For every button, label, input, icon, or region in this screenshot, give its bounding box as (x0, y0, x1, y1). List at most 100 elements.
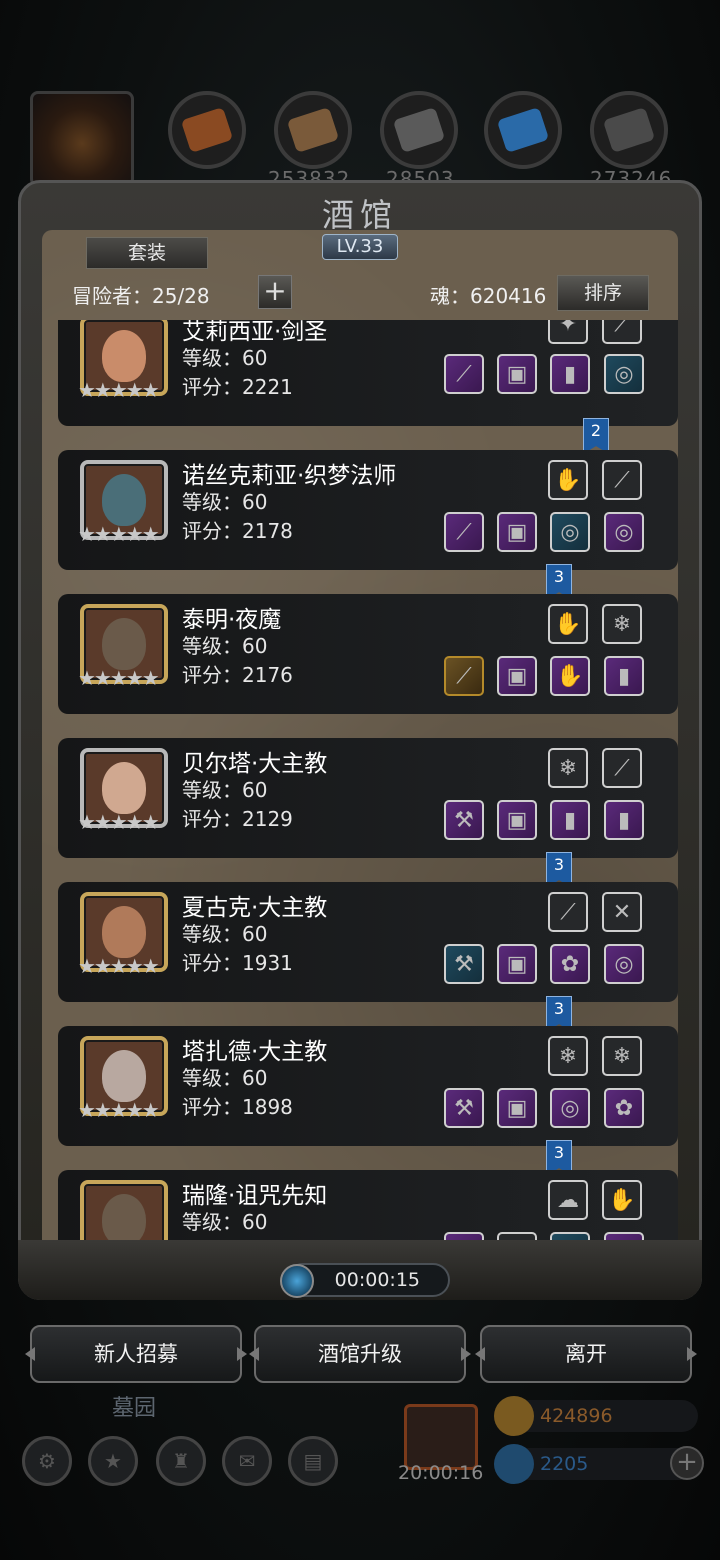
cloak-slot-icon[interactable]: ▮ (604, 656, 644, 696)
ring-slot-icon[interactable]: ◎ (604, 354, 644, 394)
hero-level: 等级：60 (182, 490, 268, 514)
hero-card[interactable]: ★★★★★ 塔扎德·大主教 等级：60 评分：1898 ❄ ❄ ⚒ ▣ ◎ ✿ (58, 1026, 678, 1146)
crystal-slot-icon[interactable]: ❄ (548, 748, 588, 788)
armor-slot-icon[interactable]: ▣ (497, 944, 537, 984)
gold-counter: 424896 (494, 1396, 698, 1436)
hero-level: 等级：60 (182, 346, 268, 370)
wand-slot-icon[interactable]: ⟋ (444, 656, 484, 696)
crossbow-slot-icon[interactable]: ✕ (602, 892, 642, 932)
hero-stars: ★★★★★ (78, 666, 160, 690)
hero-stars: ★★★★★ (78, 810, 160, 834)
feather-slot-icon[interactable]: ⟋ (602, 460, 642, 500)
hero-list[interactable]: ★★★★★ 艾莉西亚·剑圣 等级：60 评分：2221 ✦ ⟋ ⟋ ▣ ▮ ◎ … (58, 320, 678, 1248)
hero-card[interactable]: 瑞隆·诅咒先知 等级：60 ☁ ✋ ⟋ ▣ ◎ ▮ (58, 1170, 678, 1248)
cloak-slot-icon[interactable]: ▮ (550, 354, 590, 394)
set-button[interactable]: 套装 (86, 237, 208, 269)
hero-name: 泰明·夜魔 (182, 607, 282, 633)
glove-slot-icon[interactable]: ✋ (550, 656, 590, 696)
hero-level: 等级：60 (182, 634, 268, 658)
wood-icon[interactable] (274, 91, 352, 169)
hero-card[interactable]: ★★★★★ 夏古克·大主教 等级：60 评分：1931 ⟋ ✕ ⚒ ▣ ✿ ◎ (58, 882, 678, 1002)
crystal-slot-icon[interactable]: ❄ (602, 604, 642, 644)
crystal-slot-icon[interactable]: ❄ (548, 1036, 588, 1076)
accessory-slot-icon[interactable]: ✦ (548, 320, 588, 344)
gold-coin-icon (494, 1396, 534, 1436)
ring-slot-icon[interactable]: ◎ (604, 512, 644, 552)
weapon-slot-icon[interactable]: ⟋ (444, 354, 484, 394)
hero-portrait[interactable] (80, 1180, 168, 1248)
hero-stars: ★★★★★ (78, 1098, 160, 1122)
ring-slot-icon[interactable]: ◎ (550, 1088, 590, 1128)
crystal-icon[interactable] (484, 91, 562, 169)
scroll-slot-icon[interactable]: ⟋ (548, 892, 588, 932)
scroll-slot-icon[interactable]: ⟋ (602, 748, 642, 788)
armor-slot-icon[interactable]: ▣ (497, 512, 537, 552)
armor-slot-icon[interactable]: ▣ (497, 354, 537, 394)
ring-slot-icon[interactable]: ◎ (604, 944, 644, 984)
meat-icon[interactable] (168, 91, 246, 169)
stone-icon[interactable] (380, 91, 458, 169)
feather-slot-icon[interactable]: ⟋ (602, 320, 642, 344)
gauntlet-slot-icon[interactable]: ✋ (602, 1180, 642, 1220)
hero-stars: ★★★★★ (78, 522, 160, 546)
hammer-slot-icon[interactable]: ⚒ (444, 1088, 484, 1128)
tavern-level-badge: LV.33 (322, 234, 398, 260)
hero-level: 等级：60 (182, 922, 268, 946)
recruit-button[interactable]: 新人招募 (30, 1325, 242, 1383)
hero-name: 夏古克·大主教 (182, 895, 328, 921)
iron-icon[interactable] (590, 91, 668, 169)
staff-slot-icon[interactable]: ⟋ (444, 512, 484, 552)
hero-card[interactable]: ★★★★★ 贝尔塔·大主教 等级：60 评分：2129 ❄ ⟋ ⚒ ▣ ▮ ▮ (58, 738, 678, 858)
hero-score: 评分：2178 (182, 519, 293, 543)
hero-card[interactable]: ★★★★★ 艾莉西亚·剑圣 等级：60 评分：2221 ✦ ⟋ ⟋ ▣ ▮ ◎ (58, 320, 678, 426)
add-gems-button[interactable]: + (670, 1446, 704, 1480)
hero-card[interactable]: ★★★★★ 泰明·夜魔 等级：60 评分：2176 ✋ ❄ ⟋ ▣ ✋ ▮ (58, 594, 678, 714)
hero-name: 塔扎德·大主教 (182, 1039, 328, 1065)
amulet-slot-icon[interactable]: ✿ (604, 1088, 644, 1128)
adventurer-count: 冒险者：25/28 (72, 284, 210, 308)
hero-name: 诺丝克莉亚·织梦法师 (182, 463, 397, 489)
hero-score: 评分：2221 (182, 375, 293, 399)
armor-slot-icon[interactable]: ▣ (497, 656, 537, 696)
plank-slot-icon[interactable]: ▮ (604, 800, 644, 840)
inventory-icon[interactable]: ▤ (288, 1436, 338, 1486)
crystal-slot-icon[interactable]: ❄ (602, 1036, 642, 1076)
sort-button[interactable]: 排序 (557, 275, 649, 311)
mail-icon[interactable]: ✉ (222, 1436, 272, 1486)
hero-stars: ★★★★★ (78, 954, 160, 978)
gem-icon (494, 1444, 534, 1484)
fur-slot-icon[interactable]: ☁ (548, 1180, 588, 1220)
settings-icon[interactable]: ⚙ (22, 1436, 72, 1486)
hero-score: 评分：2176 (182, 663, 293, 687)
hammer-slot-icon[interactable]: ⚒ (444, 800, 484, 840)
hero-avatar-icon[interactable] (30, 91, 134, 187)
gauntlet-slot-icon[interactable]: ✋ (548, 460, 588, 500)
hero-score: 评分：2129 (182, 807, 293, 831)
gift-timer: 20:00:16 (398, 1462, 484, 1484)
castle-icon[interactable]: ♜ (156, 1436, 206, 1486)
gauntlet-slot-icon[interactable]: ✋ (548, 604, 588, 644)
gift-box-icon[interactable] (404, 1404, 478, 1470)
clock-icon (280, 1264, 314, 1298)
ring-slot-icon[interactable]: ◎ (550, 512, 590, 552)
hero-level: 等级：60 (182, 1066, 268, 1090)
hero-score: 评分：1931 (182, 951, 293, 975)
tavern-title: 酒馆 (321, 196, 398, 234)
resource-bar: 253832 28503 273246 (0, 85, 720, 195)
achievement-icon[interactable]: ★ (88, 1436, 138, 1486)
plank-slot-icon[interactable]: ▮ (550, 800, 590, 840)
add-adventurer-button[interactable]: + (258, 275, 292, 309)
leave-button[interactable]: 离开 (480, 1325, 692, 1383)
hero-name: 贝尔塔·大主教 (182, 751, 328, 777)
hero-card[interactable]: ★★★★★ 诺丝克莉亚·织梦法师 等级：60 评分：2178 ✋ ⟋ ⟋ ▣ ◎… (58, 450, 678, 570)
hero-stars: ★★★★★ (78, 378, 160, 402)
armor-slot-icon[interactable]: ▣ (497, 800, 537, 840)
armor-slot-icon[interactable]: ▣ (497, 1088, 537, 1128)
set-ribbon: 2 (583, 418, 609, 454)
amulet-slot-icon[interactable]: ✿ (550, 944, 590, 984)
gem-amount: 2205 (540, 1453, 589, 1475)
gold-amount: 424896 (540, 1405, 613, 1427)
hero-level: 等级：60 (182, 1210, 268, 1234)
hammer-slot-icon[interactable]: ⚒ (444, 944, 484, 984)
upgrade-tavern-button[interactable]: 酒馆升级 (254, 1325, 466, 1383)
